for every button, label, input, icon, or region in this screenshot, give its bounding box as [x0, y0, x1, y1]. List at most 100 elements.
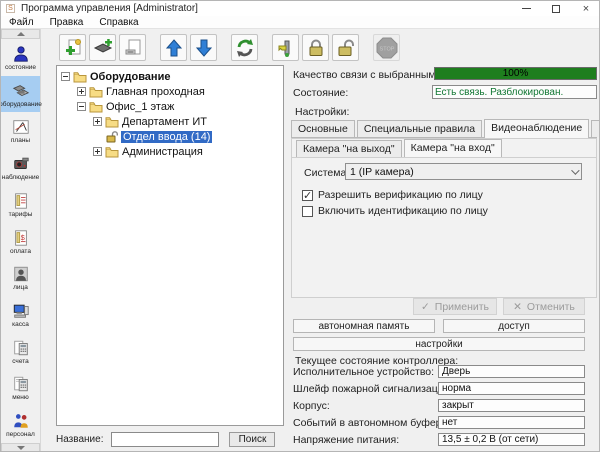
add-device-icon [93, 38, 113, 58]
sidebar-item-personnel[interactable]: персонал [1, 406, 40, 443]
verification-checkbox-row[interactable]: Разрешить верификацию по лицу [302, 189, 483, 201]
tab-special-rules[interactable]: Специальные правила [357, 120, 482, 137]
sidebar-item-label: состояние [5, 64, 36, 71]
tab-main[interactable]: Основные [291, 120, 355, 137]
remove-document-button[interactable] [119, 34, 146, 61]
sidebar-item-menu[interactable]: меню [1, 370, 40, 407]
tree-node-it-department[interactable]: Департамент ИТ [59, 114, 281, 129]
settings-label: Настройки: [295, 106, 349, 118]
tree-node-label: Администрация [122, 146, 203, 158]
cash-register-icon [10, 301, 32, 321]
sidebar-scroll-up[interactable] [1, 29, 40, 39]
menu-calc-icon [10, 374, 32, 394]
state-label: Состояние: [293, 87, 348, 99]
sidebar-item-status[interactable]: состояние [1, 39, 40, 76]
sidebar-item-label: наблюдение [2, 174, 39, 181]
sidebar-nav: состояние оборудование планы наблюдение … [1, 29, 41, 452]
close-button[interactable]: × [571, 1, 600, 16]
row-label: Исполнительное устройство: [293, 366, 434, 378]
sidebar-item-label: персонал [6, 431, 35, 438]
video-tab-pane: Камера "на выход" Камера "на вход" Систе… [291, 138, 597, 298]
lock-closed-button[interactable] [302, 34, 329, 61]
state-value-box: Есть связь. Разблокирован. [432, 85, 597, 99]
collapse-icon[interactable] [61, 72, 70, 81]
tab-camera-entry[interactable]: Камера "на вход" [404, 139, 502, 158]
search-row: Название: Поиск [56, 430, 284, 448]
move-up-button[interactable] [160, 34, 187, 61]
search-input[interactable] [111, 432, 219, 447]
sidebar-item-label: счета [12, 358, 28, 365]
tree-node-entry-dept-selected[interactable]: Отдел ввода (14) [59, 129, 281, 144]
maximize-button[interactable] [541, 1, 571, 16]
checkbox-unchecked-icon[interactable] [302, 206, 313, 217]
autonomous-memory-button[interactable]: автономная память [293, 319, 435, 333]
tab-camera-exit[interactable]: Камера "на выход" [296, 140, 402, 157]
apply-button[interactable]: ✓ Применить [413, 298, 497, 315]
sidebar-item-surveillance[interactable]: наблюдение [1, 149, 40, 186]
key-button[interactable] [272, 34, 299, 61]
checkbox-label: Разрешить верификацию по лицу [318, 189, 483, 201]
move-down-button[interactable] [190, 34, 217, 61]
tree-node-label: Отдел ввода (14) [121, 131, 212, 143]
svg-text:STOP: STOP [379, 46, 394, 52]
window-title: Программа управления [Administrator] [21, 3, 198, 14]
up-arrow-icon [164, 38, 184, 58]
system-select[interactable]: 1 (IP камера) [345, 163, 582, 180]
tree-node-label: Департамент ИТ [122, 116, 207, 128]
sidebar-item-cashdesk[interactable]: касса [1, 296, 40, 333]
checkbox-checked-icon[interactable] [302, 190, 313, 201]
tree-node-label: Главная проходная [106, 86, 205, 98]
lock-open-button[interactable] [332, 34, 359, 61]
lock-open-icon [336, 38, 356, 58]
tree-node-equipment[interactable]: Оборудование [59, 69, 281, 84]
access-button[interactable]: доступ [443, 319, 585, 333]
sidebar-item-faces[interactable]: лица [1, 259, 40, 296]
expand-icon[interactable] [77, 87, 86, 96]
camera-icon [10, 154, 32, 174]
expand-icon[interactable] [93, 147, 102, 156]
search-button[interactable]: Поиск [229, 432, 275, 447]
down-arrow-icon [194, 38, 214, 58]
person-blue-icon [10, 44, 32, 64]
sidebar-item-label: касса [12, 321, 29, 328]
system-selected-value: 1 (IP камера) [350, 166, 414, 178]
stop-button[interactable]: STOP [373, 34, 400, 61]
sidebar-item-tariffs[interactable]: тарифы [1, 186, 40, 223]
settings-tabs: Основные Специальные правила Видеонаблюд… [291, 120, 597, 138]
identification-checkbox-row[interactable]: Включить идентификацию по лицу [302, 205, 488, 217]
menu-edit[interactable]: Правка [42, 17, 92, 28]
minimize-button[interactable] [511, 1, 541, 16]
tab-video-surveillance[interactable]: Видеонаблюдение [484, 119, 589, 138]
collapse-icon[interactable] [77, 102, 86, 111]
people-icon [10, 411, 32, 431]
tree-node-label: Офис_1 этаж [106, 101, 174, 113]
settings-button[interactable]: настройки [293, 337, 585, 351]
sidebar-item-plans[interactable]: планы [1, 112, 40, 149]
menu-help[interactable]: Справка [91, 17, 146, 28]
sidebar-item-equipment[interactable]: оборудование [1, 76, 40, 113]
sidebar-item-payment[interactable]: $ оплата [1, 223, 40, 260]
refresh-button[interactable] [231, 34, 258, 61]
app-icon: S [6, 4, 15, 13]
sidebar-item-accounts[interactable]: счета [1, 333, 40, 370]
folder-icon [105, 116, 119, 128]
folder-icon [89, 101, 103, 113]
folder-icon [73, 71, 87, 83]
cancel-button[interactable]: ✕ Отменить [503, 298, 585, 315]
menu-file[interactable]: Файл [1, 17, 42, 28]
tab-biometrics[interactable]: Биометрика [591, 120, 600, 137]
folder-icon [105, 146, 119, 158]
sidebar-item-label: оплата [10, 248, 31, 255]
tree-node-main-entrance[interactable]: Главная проходная [59, 84, 281, 99]
row-value: 13,5 ± 0,2 В (от сети) [438, 433, 585, 446]
expand-icon[interactable] [93, 117, 102, 126]
tree-node-office-floor1[interactable]: Офис_1 этаж [59, 99, 281, 114]
toolbar: STOP [41, 30, 600, 65]
tree-node-administration[interactable]: Администрация [59, 144, 281, 159]
row-value: закрыт [438, 399, 585, 412]
svg-text:$: $ [20, 232, 24, 241]
drafting-icon [10, 117, 32, 137]
add-document-button[interactable] [59, 34, 86, 61]
sidebar-scroll-down[interactable] [1, 443, 40, 452]
add-device-button[interactable] [89, 34, 116, 61]
